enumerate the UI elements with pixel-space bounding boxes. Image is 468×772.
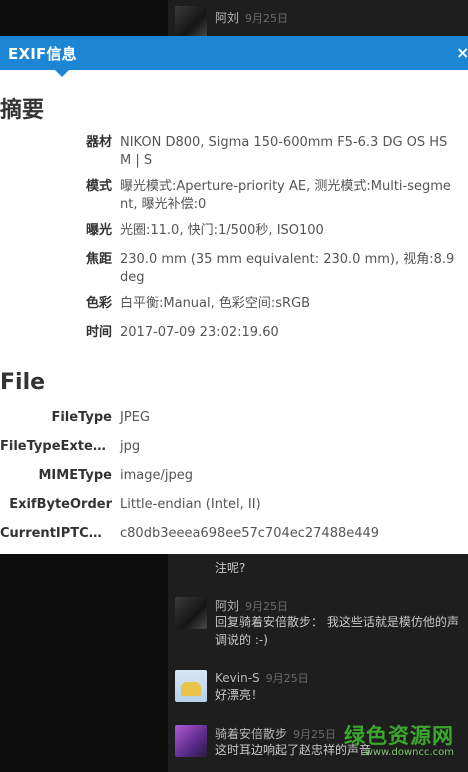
header-pointer xyxy=(55,70,69,77)
exif-value: 230.0 mm (35 mm equivalent: 230.0 mm), 视… xyxy=(120,252,455,285)
exif-modal: EXIF信息 × 摘要 器材 NIKON D800, Sigma 150-600… xyxy=(0,36,468,554)
watermark-name: 绿色资源网 xyxy=(344,724,454,748)
modal-title: EXIF信息 xyxy=(8,45,77,63)
exif-key: ExifByteOrder xyxy=(9,497,112,512)
exif-value: Little-endian (Intel, II) xyxy=(120,497,261,512)
avatar[interactable] xyxy=(175,597,207,629)
comment-author[interactable]: Kevin-S xyxy=(215,671,260,685)
close-icon[interactable]: × xyxy=(456,43,468,62)
comment-date: 9月25日 xyxy=(245,12,289,25)
exif-key: 焦距 xyxy=(85,252,112,267)
watermark-logo: 绿色资源网 www.downcc.com xyxy=(344,720,454,758)
modal-header: EXIF信息 × xyxy=(0,36,468,70)
exif-key: FileTypeExten... xyxy=(0,439,112,454)
exif-value: 2017-07-09 23:02:19.60 xyxy=(120,325,279,340)
comment-body: 注呢? xyxy=(215,561,246,575)
comment-date: 9月25日 xyxy=(293,728,337,741)
file-heading: File xyxy=(0,370,46,395)
comment-body: 好漂亮！ xyxy=(215,688,264,702)
exif-value: image/jpeg xyxy=(120,468,193,483)
exif-value: JPEG xyxy=(120,410,150,425)
summary-heading: 摘要 xyxy=(0,98,45,123)
exif-value: 白平衡:Manual, 色彩空间:sRGB xyxy=(120,296,311,311)
comment-date: 9月25日 xyxy=(265,672,309,685)
exif-value: 曝光模式:Aperture-priority AE, 测光模式:Multi-se… xyxy=(120,179,451,212)
exif-key: 时间 xyxy=(85,325,112,340)
exif-key: MIMEType xyxy=(38,468,112,483)
exif-key: 模式 xyxy=(85,179,112,194)
exif-key: 曝光 xyxy=(85,223,112,238)
comment-author[interactable]: 阿刘 xyxy=(215,599,239,613)
exif-value: jpg xyxy=(120,439,141,454)
exif-key: 器材 xyxy=(85,135,112,150)
exif-key: CurrentIPTCD... xyxy=(0,526,112,541)
comment-date: 9月25日 xyxy=(245,600,289,613)
comment-author[interactable]: 阿刘 xyxy=(215,11,239,25)
exif-value: c80db3eeea698ee57c704ec27488e449 xyxy=(120,526,380,541)
exif-value: 光圈:11.0, 快门:1/500秒, ISO100 xyxy=(120,223,324,238)
avatar[interactable] xyxy=(175,725,207,757)
avatar[interactable] xyxy=(175,6,207,38)
exif-value: NIKON D800, Sigma 150-600mm F5-6.3 DG OS… xyxy=(120,135,448,168)
avatar[interactable] xyxy=(175,670,207,702)
comment-author[interactable]: 骑着安倍散步 xyxy=(215,727,287,741)
comment-body: 回复骑着安倍散步： 我这些话就是模仿他的声调说的 :-) xyxy=(215,615,459,647)
exif-key: FileType xyxy=(51,410,112,425)
exif-key: 色彩 xyxy=(85,296,112,311)
